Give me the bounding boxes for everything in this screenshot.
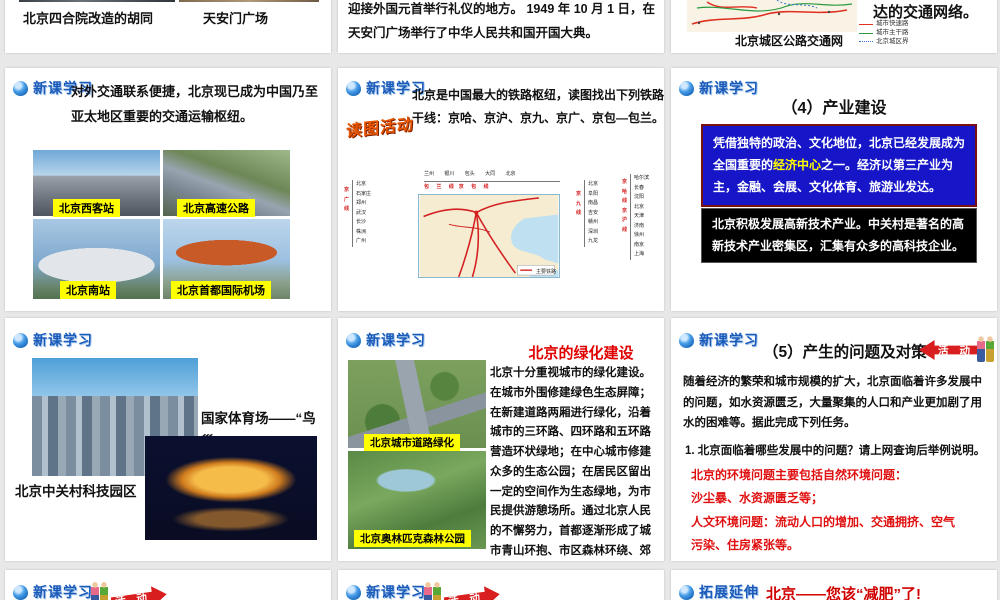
zhongguancun-caption: 北京中关村科技园区 bbox=[15, 484, 137, 499]
header-label: 新课学习 bbox=[33, 584, 93, 600]
greening-paragraph: 北京十分重视城市的绿化建设。在城市外围修建绿色生态屏障；在新建道路两厢进行绿化，… bbox=[490, 367, 651, 557]
industry-title: （4）产业建设 bbox=[781, 100, 887, 117]
slide-header: 拓展延伸 bbox=[679, 582, 759, 600]
arterial-line-symbol bbox=[859, 32, 873, 34]
road-map-caption: 北京城区公路交通网 bbox=[735, 34, 844, 48]
economy-box: 凭借独特的政治、文化地位，北京已经发展成为全国重要的经济中心之一。经济以第三产业… bbox=[701, 124, 977, 207]
hightech-box: 北京积极发展高新技术产业。中关村是著名的高新技术产业密集区，汇集有众多的高科技企… bbox=[701, 208, 977, 264]
jingjiu-label: 京 九 线 bbox=[576, 191, 582, 216]
activity-arrow: 活 动 bbox=[919, 340, 979, 360]
greening-title: 北京的绿化建设 bbox=[528, 345, 634, 362]
road-map-image bbox=[687, 0, 857, 32]
reading-activity-badge: 读图活动 bbox=[346, 116, 414, 141]
jingjiu-line-diagram: 京 九 线 北京 阜阳 南昌 吉安 赣州 深圳 九龙 bbox=[576, 180, 598, 247]
jingguang-label: 京 广 线 bbox=[344, 187, 350, 212]
jinghu-line-diagram: 京 哈 线 京 沪 线 哈尔滨 长春 沈阳 北京 天津 济南 徐州 南京 上海 bbox=[622, 174, 649, 260]
tiananmen-photo bbox=[179, 0, 319, 2]
baolan-stations: 兰州 银川 包头 大同 北京 bbox=[424, 171, 516, 177]
slide-header: 新课学习 bbox=[346, 330, 426, 350]
water-drop-icon bbox=[13, 80, 28, 96]
activity-arrow: 活 动 bbox=[110, 584, 168, 600]
railway-map-legend: 主要铁路 bbox=[536, 269, 557, 275]
airport-label: 北京首都国际机场 bbox=[171, 281, 271, 299]
slide-road-network[interactable]: 达的交通网络。 城市快速路 城市主干路 北京城区界 北京城区公路交通网 bbox=[671, 0, 997, 53]
network-text: 达的交通网络。 bbox=[873, 4, 979, 21]
jinghu-label: 京 哈 线 京 沪 线 bbox=[622, 179, 628, 233]
activity-label: 活 动 bbox=[938, 344, 974, 357]
south-station-label: 北京南站 bbox=[60, 281, 116, 299]
jinghu-stations: 哈尔滨 长春 沈阳 北京 天津 济南 徐州 南京 上海 bbox=[630, 174, 649, 260]
highway-label: 北京高速公路 bbox=[177, 199, 255, 217]
railway-map-image bbox=[418, 194, 560, 278]
problems-answer: 北京的环境问题主要包括自然环境问题： 沙尘暴、水资源匮乏等； 人文环境问题：流动… bbox=[691, 468, 956, 553]
slide-header: 新课学习 bbox=[346, 582, 426, 600]
railway-paragraph: 北京是中国最大的铁路枢纽，读图找出下列铁路干线：京哈、京沪、京九、京广、京包—包… bbox=[412, 88, 664, 126]
jingguang-line-diagram: 京 广 线 北京 石家庄 郑州 武汉 长沙 株洲 广州 bbox=[344, 180, 371, 247]
slide-activity-1[interactable]: 新课学习 活 动 bbox=[5, 570, 331, 600]
tiananmen-caption: 天安门广场 bbox=[203, 11, 269, 26]
slide-header: 新课学习 bbox=[13, 330, 93, 350]
activity-label: 活 动 bbox=[447, 590, 485, 600]
birds-nest-photo bbox=[145, 436, 317, 540]
slide-zhongguancun[interactable]: 新课学习 国家体育场——“鸟巢” 北京中关村科技园区 bbox=[5, 318, 331, 561]
slide-grid: 北京四合院改造的胡同 天安门广场 迎接外国元首举行礼仪的地方。 1949 年 1… bbox=[0, 0, 1000, 600]
water-drop-icon bbox=[346, 80, 361, 96]
slide-greening[interactable]: 新课学习 北京的绿化建设 北京城市道路绿化 北京奥林匹克森林公园 北京十分重视城… bbox=[338, 318, 664, 561]
header-label: 拓展延伸 bbox=[699, 584, 759, 600]
children-clipart bbox=[977, 336, 994, 362]
child-figure-icon bbox=[91, 582, 99, 600]
activity-label: 活 动 bbox=[114, 590, 152, 600]
header-label: 新课学习 bbox=[366, 584, 426, 600]
jingjiu-stations: 北京 阜阳 南昌 吉安 赣州 深圳 九龙 bbox=[584, 180, 598, 247]
water-drop-icon bbox=[346, 584, 361, 600]
problems-paragraph: 随着经济的繁荣和城市规模的扩大，北京面临着许多发展中的问题，如水资源匮乏，大量聚… bbox=[683, 376, 982, 430]
slide-hutong-tiananmen[interactable]: 北京四合院改造的胡同 天安门广场 bbox=[5, 0, 331, 53]
water-drop-icon bbox=[679, 584, 694, 600]
children-clipart bbox=[424, 582, 441, 600]
slide-header: 新课学习 bbox=[679, 330, 759, 350]
children-clipart bbox=[91, 582, 108, 600]
header-label: 新课学习 bbox=[366, 332, 426, 348]
extension-title: 北京——您该“减肥”了! bbox=[766, 586, 921, 600]
problems-title: （5）产生的问题及对策 bbox=[763, 344, 927, 361]
legend-boundary: 北京城区界 bbox=[876, 37, 909, 45]
slide-tiananmen-text[interactable]: 迎接外国元首举行礼仪的地方。 1949 年 10 月 1 日，在天安门广场举行了… bbox=[338, 0, 664, 53]
transport-paragraph: 对外交通联系便捷，北京现已成为中国乃至亚太地区重要的交通运输枢纽。 bbox=[71, 84, 319, 124]
child-figure-icon bbox=[424, 582, 432, 600]
hutong-photo bbox=[19, 0, 175, 2]
slide-industry[interactable]: 新课学习 （4）产业建设 凭借独特的政治、文化地位，北京已经发展成为全国重要的经… bbox=[671, 68, 997, 311]
slide-railway-hub[interactable]: 新课学习 读图活动 北京是中国最大的铁路枢纽，读图找出下列铁路干线：京哈、京沪、… bbox=[338, 68, 664, 311]
slide-header: 新课学习 bbox=[13, 582, 93, 600]
child-figure-icon bbox=[986, 336, 994, 362]
water-drop-icon bbox=[346, 332, 361, 348]
slide-activity-2[interactable]: 新课学习 活 动 bbox=[338, 570, 664, 600]
baolan-line-diagram: 兰州 银川 包头 大同 北京 包 兰 线 京 包 线 bbox=[424, 170, 560, 192]
header-label: 新课学习 bbox=[699, 332, 759, 348]
jingguang-stations: 北京 石家庄 郑州 武汉 长沙 株洲 广州 bbox=[352, 180, 371, 247]
road-greening-label: 北京城市道路绿化 bbox=[364, 434, 460, 451]
header-label: 新课学习 bbox=[33, 332, 93, 348]
slide-transport-hub[interactable]: 新课学习 对外交通联系便捷，北京现已成为中国乃至亚太地区重要的交通运输枢纽。 北… bbox=[5, 68, 331, 311]
slide-extension[interactable]: 拓展延伸 北京——您该“减肥”了! bbox=[671, 570, 997, 600]
activity-arrow: 活 动 bbox=[443, 584, 501, 600]
boundary-line-symbol bbox=[859, 41, 873, 43]
slide-problems[interactable]: 新课学习 （5）产生的问题及对策 活 动 随着经济的繁荣和城市规模的扩大，北京面… bbox=[671, 318, 997, 561]
child-figure-icon bbox=[433, 582, 441, 600]
expressway-line-symbol bbox=[859, 23, 873, 25]
economy-highlight: 经济中心 bbox=[773, 158, 822, 173]
legend-expressway: 城市快速路 bbox=[876, 20, 909, 27]
water-drop-icon bbox=[13, 584, 28, 600]
child-figure-icon bbox=[977, 336, 985, 362]
water-drop-icon bbox=[679, 332, 694, 348]
hutong-caption: 北京四合院改造的胡同 bbox=[23, 11, 154, 26]
problems-question: 1. 北京面临着哪些发展中的问题？请上网查询后举例说明。 bbox=[685, 445, 986, 457]
tiananmen-paragraph: 迎接外国元首举行礼仪的地方。 1949 年 10 月 1 日，在天安门广场举行了… bbox=[348, 2, 656, 40]
child-figure-icon bbox=[100, 582, 108, 600]
west-station-label: 北京西客站 bbox=[53, 199, 120, 217]
road-map-legend: 城市快速路 城市主干路 北京城区界 bbox=[859, 20, 909, 46]
water-drop-icon bbox=[13, 332, 28, 348]
forest-park-label: 北京奥林匹克森林公园 bbox=[354, 530, 471, 547]
baolan-line-label: 包 兰 线 京 包 线 bbox=[424, 183, 489, 190]
legend-arterial: 城市主干路 bbox=[876, 28, 909, 36]
